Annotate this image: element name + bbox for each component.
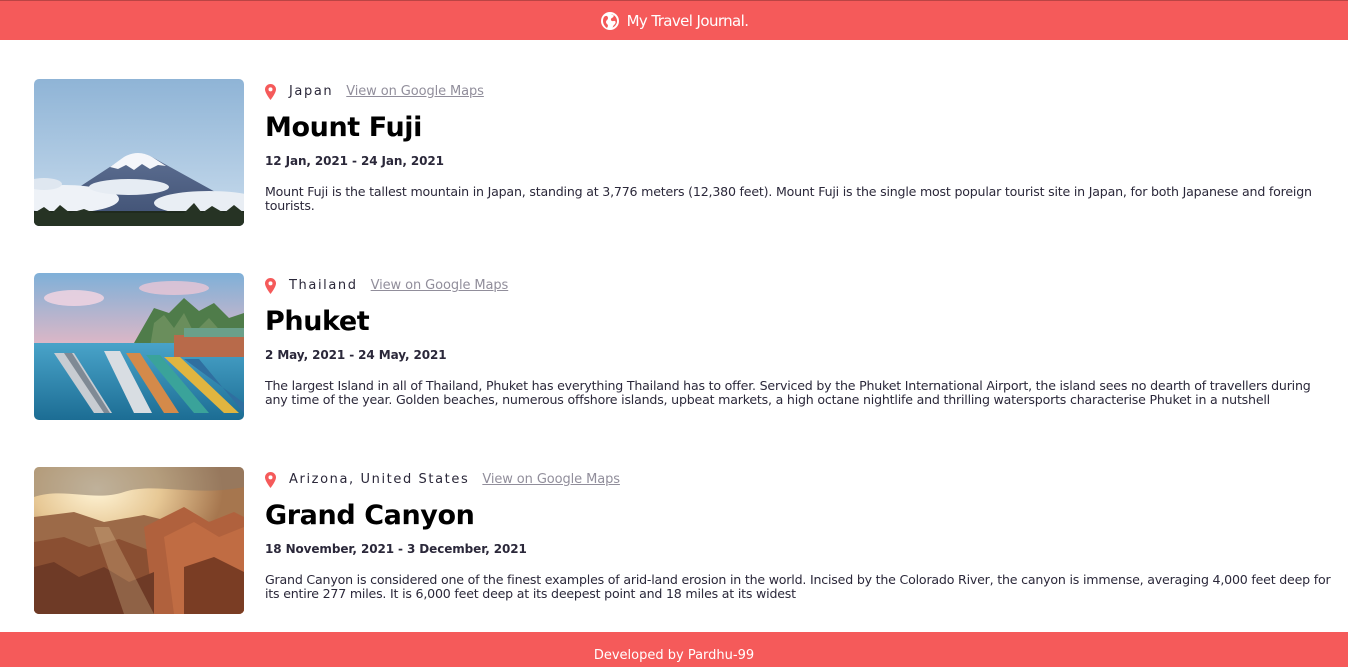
google-maps-link[interactable]: View on Google Maps (371, 278, 509, 293)
entry-title: Phuket (265, 306, 370, 337)
entry-photo-phuket (34, 273, 244, 420)
page-footer: Developed by Pardhu-99 (0, 632, 1348, 667)
entry-dates: 12 Jan, 2021 - 24 Jan, 2021 (265, 154, 444, 168)
google-maps-link[interactable]: View on Google Maps (482, 472, 620, 487)
location-row: Arizona, United States View on Google Ma… (265, 471, 620, 488)
location-pin-icon (265, 83, 276, 100)
entry-location: Arizona, United States (289, 472, 470, 487)
location-pin-icon (265, 277, 276, 294)
entry-photo-grand-canyon (34, 467, 244, 614)
entry-dates: 18 November, 2021 - 3 December, 2021 (265, 542, 527, 556)
globe-icon (600, 11, 619, 30)
top-navbar: My Travel Journal. (0, 0, 1348, 40)
footer-credit: Developed by Pardhu-99 (593, 647, 755, 663)
entry-title: Grand Canyon (265, 500, 475, 531)
entry-location: Thailand (289, 278, 358, 293)
google-maps-link[interactable]: View on Google Maps (346, 84, 484, 99)
brand[interactable]: My Travel Journal. (600, 11, 749, 31)
entry-description: Grand Canyon is considered one of the fi… (265, 572, 1331, 601)
entry-location: Japan (289, 84, 334, 99)
location-row: Japan View on Google Maps (265, 83, 484, 100)
entry-dates: 2 May, 2021 - 24 May, 2021 (265, 348, 447, 362)
location-row: Thailand View on Google Maps (265, 277, 508, 294)
location-pin-icon (265, 471, 276, 488)
entry-photo-mount-fuji (34, 79, 244, 226)
app-title: My Travel Journal. (626, 11, 749, 30)
entry-description: The largest Island in all of Thailand, P… (265, 378, 1311, 407)
entry-description: Mount Fuji is the tallest mountain in Ja… (265, 184, 1312, 213)
entry-title: Mount Fuji (265, 112, 422, 143)
